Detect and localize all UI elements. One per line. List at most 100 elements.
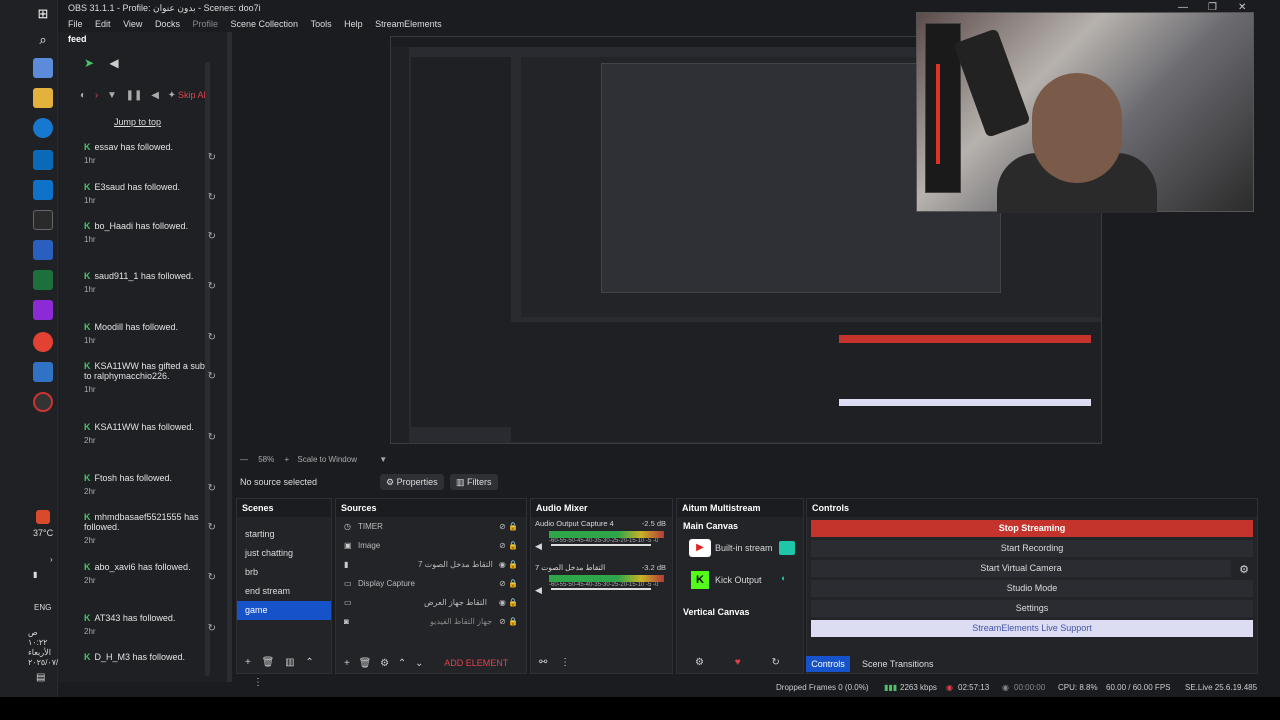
replay-icon[interactable]: ↻ xyxy=(208,572,216,583)
language[interactable]: ENG xyxy=(34,603,51,612)
chrome-icon[interactable] xyxy=(33,332,53,352)
heart-icon[interactable]: ♥ xyxy=(735,657,741,668)
source-item[interactable]: ◙ جهاز التقاط الفيديو ⊘ 🔒 xyxy=(336,612,526,631)
replay-icon[interactable]: ↻ xyxy=(208,371,216,382)
visibility-lock-icon[interactable]: ⊘ 🔒 xyxy=(499,574,518,593)
menu-help[interactable]: Help xyxy=(344,19,363,29)
app-icon[interactable] xyxy=(33,240,53,260)
mic-icon[interactable]: ▮ xyxy=(33,570,37,579)
gear-icon[interactable]: ⚙ xyxy=(1239,563,1249,576)
streamelements-icon[interactable] xyxy=(33,392,53,412)
pause-icon[interactable]: ❚❚ xyxy=(126,90,143,101)
chevron-up-icon[interactable]: › xyxy=(50,555,53,564)
copilot-icon[interactable] xyxy=(33,58,53,78)
outlook-icon[interactable] xyxy=(33,180,53,200)
shield-icon[interactable]: ◐ xyxy=(80,90,86,101)
store-icon[interactable] xyxy=(33,150,53,170)
settings-button[interactable]: Settings xyxy=(811,600,1253,617)
obs-icon[interactable] xyxy=(33,210,53,230)
replay-icon[interactable]: ↻ xyxy=(208,281,216,292)
trash-icon[interactable]: 🗑 xyxy=(359,658,372,669)
source-item[interactable]: ▭ Display Capture ⊘ 🔒 xyxy=(336,574,526,593)
settings-icon[interactable]: ✦ xyxy=(168,90,176,101)
chevron-up-icon[interactable]: ⌃ xyxy=(305,657,313,668)
refresh-icon[interactable]: ↻ xyxy=(771,657,779,668)
volume-slider[interactable] xyxy=(551,588,651,590)
volume-slider[interactable] xyxy=(551,544,651,546)
tab-scene-transitions[interactable]: Scene Transitions xyxy=(862,656,934,672)
chevron-down-icon[interactable]: ▼ xyxy=(379,455,387,464)
visibility-lock-icon[interactable]: ⊘ 🔒 xyxy=(499,536,518,555)
jump-to-top-link[interactable]: Jump to top xyxy=(114,117,161,127)
source-item[interactable]: ▣ Image ⊘ 🔒 xyxy=(336,536,526,555)
menu-edit[interactable]: Edit xyxy=(95,19,111,29)
menu-streamelements[interactable]: StreamElements xyxy=(375,19,442,29)
scale-mode[interactable]: Scale to Window xyxy=(297,455,357,464)
scene-item[interactable]: end stream xyxy=(237,582,331,601)
add-element-button[interactable]: ADD ELEMENT xyxy=(444,658,508,668)
scene-item[interactable]: just chatting xyxy=(237,544,331,563)
speaker-icon[interactable]: ◀ xyxy=(535,541,542,552)
add-icon[interactable]: + xyxy=(344,658,350,669)
filters-button[interactable]: ▥ Filters xyxy=(450,474,498,490)
scene-item[interactable]: brb xyxy=(237,563,331,582)
replay-icon[interactable]: ↻ xyxy=(208,432,216,443)
gear-icon[interactable]: ⚙ xyxy=(380,658,389,669)
add-icon[interactable]: + xyxy=(245,657,251,668)
search-icon[interactable]: ⌕ xyxy=(33,30,53,50)
zoom-out-icon[interactable]: — xyxy=(240,455,248,464)
source-item[interactable]: ▭ التقاط جهاز العرض ◉ 🔒 xyxy=(336,593,526,612)
filter-icon[interactable]: ▥ xyxy=(285,657,294,668)
scene-item-active[interactable]: game xyxy=(237,601,331,620)
file-explorer-icon[interactable] xyxy=(33,88,53,108)
trash-icon[interactable]: 🗑 xyxy=(262,657,275,668)
menu-profile[interactable]: Profile xyxy=(192,19,218,29)
app-icon[interactable] xyxy=(33,300,53,320)
send-icon[interactable]: ➤ xyxy=(84,56,94,70)
chevron-right-icon[interactable]: › xyxy=(95,90,98,101)
chevron-down-icon[interactable]: ⌄ xyxy=(415,658,423,669)
menu-docks[interactable]: Docks xyxy=(155,19,180,29)
se-live-support-button[interactable]: StreamElements Live Support xyxy=(811,620,1253,637)
start-recording-button[interactable]: Start Recording xyxy=(811,540,1253,557)
more-icon[interactable]: ⋮ xyxy=(560,657,570,668)
zoom-in-icon[interactable]: + xyxy=(284,455,289,464)
stream-toggle[interactable] xyxy=(779,541,795,555)
replay-icon[interactable]: ↻ xyxy=(208,192,216,203)
link-icon[interactable]: ⚯ xyxy=(539,657,547,668)
replay-icon[interactable]: ↻ xyxy=(208,152,216,163)
speaker-icon[interactable]: ◀ xyxy=(535,585,542,596)
clock[interactable]: ص ١٠:٢٢ الأربعاء ٢٠٢٥/٠٧/٢٣ xyxy=(28,628,67,668)
tab-controls[interactable]: Controls xyxy=(806,656,850,672)
visibility-lock-icon[interactable]: ⊘ 🔒 xyxy=(499,612,518,631)
menu-tools[interactable]: Tools xyxy=(311,19,332,29)
app-icon[interactable] xyxy=(33,362,53,382)
scene-item[interactable]: starting xyxy=(237,525,331,544)
replay-icon[interactable]: ↻ xyxy=(208,483,216,494)
visibility-lock-icon[interactable]: ◉ 🔒 xyxy=(499,593,518,612)
filter-icon[interactable]: ▼ xyxy=(107,90,117,101)
excel-icon[interactable] xyxy=(33,270,53,290)
start-virtual-camera-button[interactable]: Start Virtual Camera xyxy=(811,560,1231,577)
volume-icon[interactable]: ◀ xyxy=(151,90,159,101)
visibility-lock-icon[interactable]: ◉ 🔒 xyxy=(499,555,518,574)
zoom-level[interactable]: 58% xyxy=(258,455,274,464)
windows-start-icon[interactable]: ⊞ xyxy=(33,4,53,24)
properties-button[interactable]: ⚙ Properties xyxy=(380,474,444,490)
visibility-lock-icon[interactable]: ⊘ 🔒 xyxy=(499,517,518,536)
replay-icon[interactable]: ↻ xyxy=(208,522,216,533)
stream-toggle[interactable]: ◐ xyxy=(781,573,786,583)
stop-streaming-button[interactable]: Stop Streaming xyxy=(811,520,1253,537)
source-item[interactable]: ▮ التقاط مدخل الصوت 7 ◉ 🔒 xyxy=(336,555,526,574)
gear-icon[interactable]: ⚙ xyxy=(695,657,704,668)
replay-icon[interactable]: ↻ xyxy=(208,623,216,634)
edge-icon[interactable] xyxy=(33,118,53,138)
replay-icon[interactable]: ↻ xyxy=(208,231,216,242)
chevron-up-icon[interactable]: ⌃ xyxy=(398,658,406,669)
source-item[interactable]: ◷ TIMER ⊘ 🔒 xyxy=(336,517,526,536)
menu-scene-collection[interactable]: Scene Collection xyxy=(231,19,299,29)
notification-icon[interactable]: ▤ xyxy=(36,672,45,683)
menu-file[interactable]: File xyxy=(68,19,83,29)
menu-view[interactable]: View xyxy=(123,19,142,29)
megaphone-icon[interactable]: ◀ xyxy=(109,56,118,70)
